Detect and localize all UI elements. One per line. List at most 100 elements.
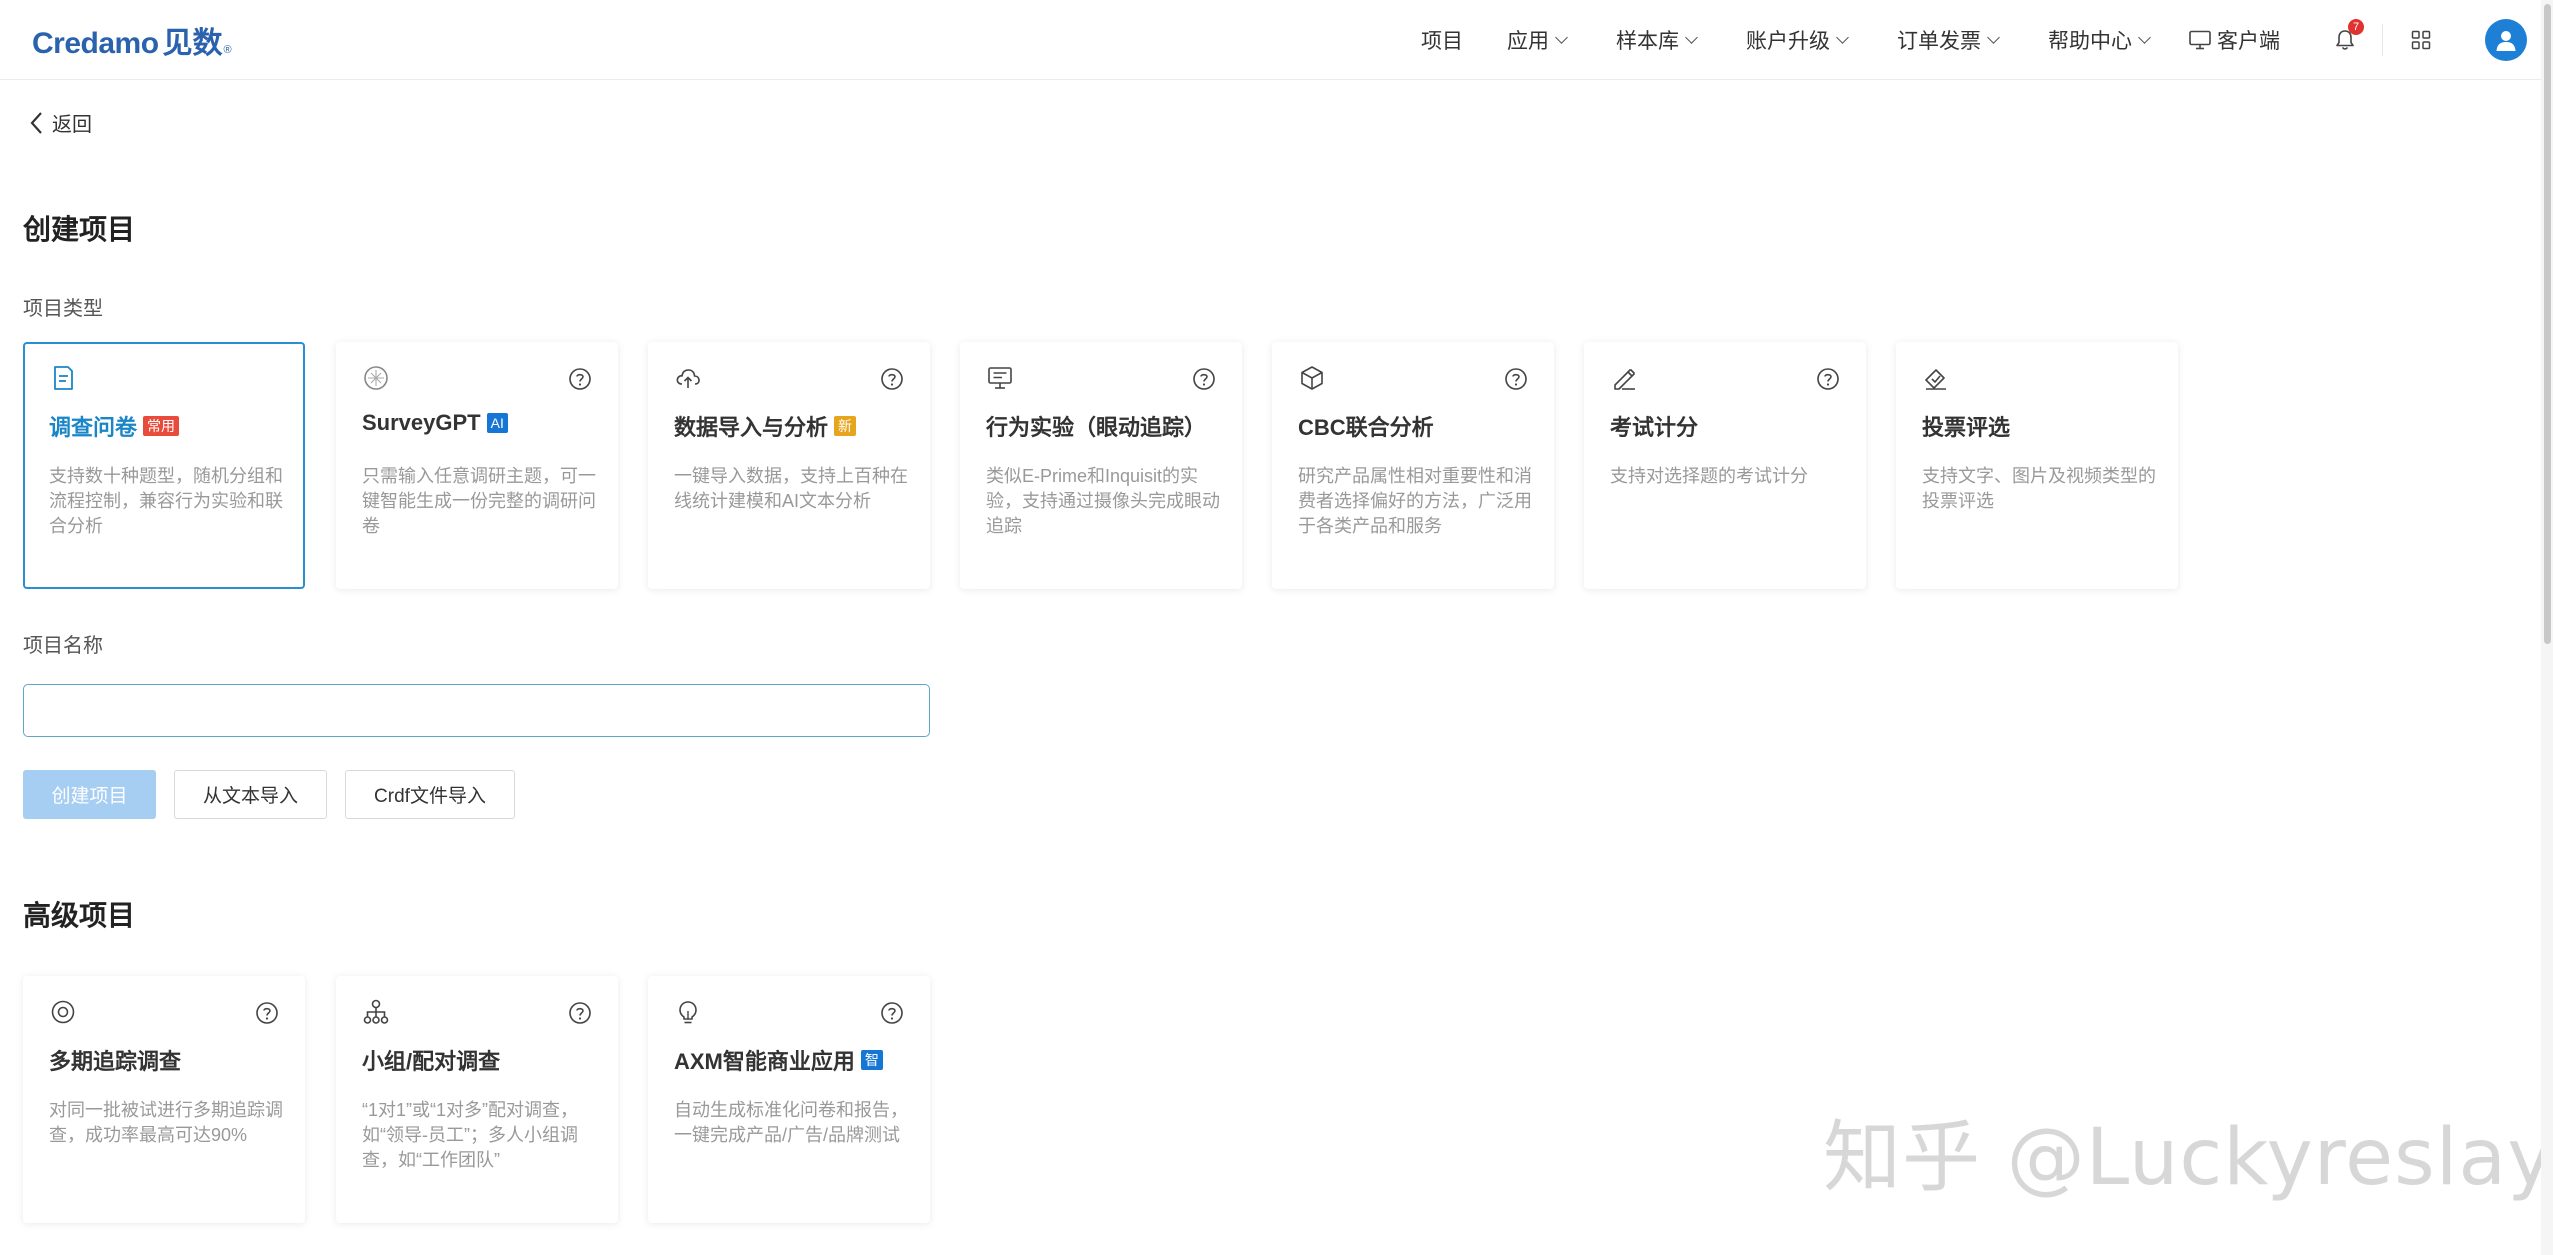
watermark: 知乎 @Luckyreslay [1823,1113,2553,1203]
vote-icon [1925,369,1946,390]
card-description: 一键导入数据，支持上百种在线统计建模和AI文本分析 [674,466,908,511]
cube-icon [1301,366,1323,390]
project-name-input[interactable] [23,684,930,737]
advanced-projects-title: 高级项目 [23,900,136,931]
card-title: 多期追踪调查 [49,1044,181,1076]
card-tag: AI [486,413,508,433]
help-icon[interactable] [880,367,904,391]
card-description: 只需输入任意调研主题，可一键智能生成一份完整的调研问卷 [362,466,596,536]
card-title: SurveyGPT AI [362,410,508,436]
card-description: 自动生成标准化问卷和报告，一键完成产品/广告/品牌测试 [674,1100,908,1145]
client-label: 客户端 [2217,30,2280,53]
card-description: 支持对选择题的考试计分 [1610,466,1808,486]
help-icon[interactable] [255,1001,279,1025]
card-title-text: AXM智能商业应用 [674,1049,855,1074]
nav-item-sample-library[interactable]: 样本库 [1616,25,1698,55]
chevron-down-icon [1987,30,2000,44]
card-tag: 常用 [143,416,180,436]
grid-icon [2411,30,2431,50]
chevron-down-icon [2138,30,2151,44]
card-title: 数据导入与分析 新 [674,410,857,442]
lightbulb-icon [679,1001,697,1024]
nav-item-projects[interactable]: 项目 [1421,25,1463,55]
nav-divider [2382,24,2383,56]
logo-registered-mark: ® [223,44,232,56]
chevron-down-icon [1555,30,1568,44]
card-title-text: 投票评选 [1922,415,2011,440]
advanced-card-multi-wave[interactable]: 多期追踪调查 对同一批被试进行多期追踪调查，成功率最高可达90% [23,976,305,1223]
logo-cn-text: 见数 [162,27,223,60]
project-type-card-survey[interactable]: 调查问卷 常用 支持数十种题型，随机分组和流程控制，兼容行为实验和联合分析 [23,342,305,589]
card-title: 行为实验（眼动追踪） [986,410,1206,442]
advanced-card-axm[interactable]: AXM智能商业应用 智 自动生成标准化问卷和报告，一键完成产品/广告/品牌测试 [648,976,930,1223]
nav-item-help-center[interactable]: 帮助中心 [2048,25,2151,55]
advanced-card-group-pair[interactable]: 小组/配对调查 “1对1”或“1对多”配对调查，如“领导-员工”；多人小组调查，… [336,976,618,1223]
card-description: “1对1”或“1对多”配对调查，如“领导-员工”；多人小组调查，如“工作团队” [362,1100,579,1170]
project-type-card-cbc[interactable]: CBC联合分析 研究产品属性相对重要性和消费者选择偏好的方法，广泛用于各类产品和… [1272,342,1554,589]
notifications-button[interactable]: 7 [2330,19,2364,55]
help-icon[interactable] [1816,367,1840,391]
card-title: 调查问卷 常用 [49,410,180,442]
help-icon[interactable] [1504,367,1528,391]
project-type-card-surveygpt[interactable]: SurveyGPT AI 只需输入任意调研主题，可一键智能生成一份完整的调研问卷 [336,342,618,589]
card-description: 对同一批被试进行多期追踪调查，成功率最高可达90% [49,1100,283,1145]
nav-label: 帮助中心 [2048,30,2132,53]
nav-item-apps[interactable]: 应用 [1507,25,1568,55]
notification-badge: 7 [2348,19,2364,35]
chevron-down-icon [1836,30,1849,44]
client-download-link[interactable]: 客户端 [2189,25,2280,55]
nav-label: 账户升级 [1746,30,1830,53]
help-icon[interactable] [568,367,592,391]
back-label: 返回 [52,114,92,136]
page-title: 创建项目 [23,214,136,245]
main-nav: 项目 应用 样本库 账户升级 订单发票 帮助中心 客户端 7 [1421,0,2553,80]
card-title-text: CBC联合分析 [1298,415,1434,440]
page-scrollbar[interactable] [2541,0,2553,1255]
project-type-card-data-import[interactable]: 数据导入与分析 新 一键导入数据，支持上百种在线统计建模和AI文本分析 [648,342,930,589]
card-title-text: 行为实验（眼动追踪） [986,415,1207,440]
project-type-card-behavior-experiment[interactable]: 行为实验（眼动追踪） 类似E-Prime和Inquisit的实验，支持通过摄像头… [960,342,1242,589]
document-icon [54,366,73,390]
pen-icon [1614,368,1636,390]
create-project-button[interactable]: 创建项目 [23,770,156,819]
project-type-card-exam[interactable]: 考试计分 支持对选择题的考试计分 [1584,342,1866,589]
card-tag: 智 [860,1050,883,1070]
card-title: AXM智能商业应用 智 [674,1044,883,1076]
project-type-card-vote[interactable]: 投票评选 支持文字、图片及视频类型的投票评选 [1896,342,2178,589]
nav-label: 订单发票 [1897,30,1981,53]
card-title-text: 多期追踪调查 [49,1049,182,1074]
target-icon [51,1000,75,1024]
card-description: 支持数十种题型，随机分组和流程控制，兼容行为实验和联合分析 [49,466,283,536]
user-avatar[interactable] [2485,19,2527,61]
import-crdf-button[interactable]: Crdf文件导入 [345,770,515,819]
user-icon [2496,31,2516,51]
card-tag: 新 [834,416,857,436]
help-icon[interactable] [568,1001,592,1025]
gpt-logo-icon [364,366,388,390]
card-description: 支持文字、图片及视频类型的投票评选 [1922,466,2156,511]
cloud-upload-icon [676,369,700,388]
top-nav-bar: Credamo 见数 ® 项目 应用 样本库 账户升级 订单发票 帮助中心 客户… [0,0,2553,80]
apps-grid-button[interactable] [2411,30,2431,50]
help-icon[interactable] [1192,367,1216,391]
project-type-label: 项目类型 [23,298,103,320]
nav-label: 应用 [1507,30,1549,53]
card-description: 类似E-Prime和Inquisit的实验，支持通过摄像头完成眼动追踪 [986,466,1220,536]
credamo-logo[interactable]: Credamo 见数 ® [32,18,232,60]
chevron-left-icon [30,111,42,134]
nav-label: 项目 [1421,30,1463,53]
scrollbar-thumb[interactable] [2544,4,2551,644]
help-icon[interactable] [880,1001,904,1025]
nav-item-orders-invoices[interactable]: 订单发票 [1897,25,2000,55]
org-chart-icon [363,999,389,1024]
card-title: 考试计分 [1610,410,1698,442]
nav-item-account-upgrade[interactable]: 账户升级 [1746,25,1849,55]
logo-text: Credamo [32,27,159,60]
card-description: 研究产品属性相对重要性和消费者选择偏好的方法，广泛用于各类产品和服务 [1298,466,1532,536]
card-title-text: 调查问卷 [49,415,138,440]
monitor-icon [988,367,1012,389]
nav-label: 样本库 [1616,30,1679,53]
back-link[interactable]: 返回 [30,108,92,137]
import-from-text-button[interactable]: 从文本导入 [174,770,327,819]
card-title-text: 小组/配对调查 [362,1049,501,1074]
